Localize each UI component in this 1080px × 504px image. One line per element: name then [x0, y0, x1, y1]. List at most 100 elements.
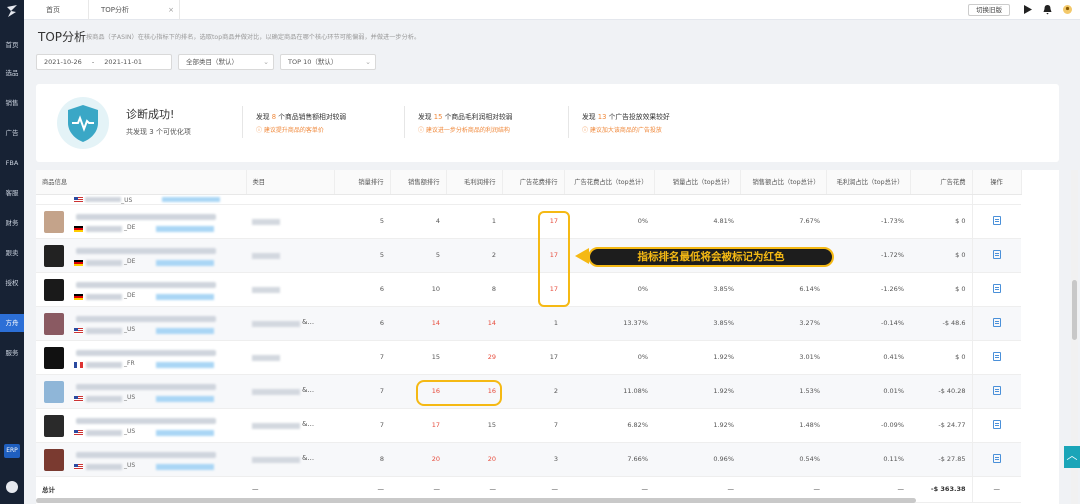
cell-ad-spend: $ 0 [910, 272, 972, 307]
divider [568, 106, 569, 138]
sidebar-item[interactable]: FBA [0, 154, 24, 172]
back-to-top-button[interactable]: ︿ [1064, 446, 1080, 468]
top-n-select[interactable]: TOP 10（默认） ⌄ [280, 54, 376, 70]
play-icon[interactable] [1022, 4, 1033, 15]
cell-rev-share: 0.54% [740, 442, 826, 477]
cell-profit-share: 0.01% [826, 374, 910, 409]
product-info-cell[interactable]: _FR [36, 340, 246, 375]
cell-ad-spend: -$ 40.28 [910, 374, 972, 409]
product-thumbnail[interactable] [44, 346, 64, 369]
total-ad-spend: -$ 363.38 [910, 476, 972, 503]
detail-icon[interactable] [992, 453, 1001, 463]
marketplace-code: _US [124, 393, 136, 401]
product-thumbnail[interactable] [44, 380, 64, 403]
asin-link-blurred[interactable] [156, 361, 214, 368]
asin-link-blurred[interactable] [156, 327, 214, 334]
bell-icon[interactable] [1042, 4, 1053, 15]
cell-ad: 1 [502, 306, 564, 341]
finding-prefix: 发现 [256, 113, 270, 121]
cell-profit: 15 [446, 408, 502, 443]
category-select[interactable]: 全部类目（默认） ⌄ [178, 54, 274, 70]
detail-icon[interactable] [992, 215, 1001, 225]
sidebar-item[interactable]: 销售 [0, 94, 24, 112]
asin-link-blurred[interactable] [156, 429, 214, 436]
close-icon[interactable]: × [168, 0, 174, 20]
sidebar-item[interactable]: 方舟 [0, 314, 24, 332]
cell-sales: 8 [334, 442, 390, 477]
cell-profit: 2 [446, 238, 502, 273]
cell-profit-share: -1.72% [826, 238, 910, 273]
detail-icon[interactable] [992, 351, 1001, 361]
switch-old-version-button[interactable]: 切换旧版 [968, 4, 1010, 16]
finding-sales: 发现 8 个商品销售额相对较弱 [256, 111, 346, 121]
flag-fr-icon [74, 361, 83, 368]
action-cell [971, 408, 1021, 443]
cell-sales-share: 1.92% [654, 340, 740, 375]
cell-rev-share: 3.27% [740, 306, 826, 341]
detail-icon[interactable] [992, 283, 1001, 293]
column-header[interactable]: 销售额排行 [390, 170, 447, 195]
product-info-cell[interactable]: _DE [36, 204, 246, 239]
product-info-cell[interactable]: _US [36, 374, 246, 409]
detail-icon[interactable] [992, 249, 1001, 259]
column-header[interactable]: 销量排行 [334, 170, 391, 195]
cell-revenue: 10 [390, 272, 446, 307]
scroll-thumb[interactable] [1072, 280, 1077, 340]
product-thumbnail[interactable] [44, 312, 64, 335]
cell-revenue: 5 [390, 238, 446, 273]
product-info-cell[interactable]: _DE [36, 272, 246, 307]
cell-rev-share: 6.14% [740, 272, 826, 307]
detail-icon[interactable] [992, 419, 1001, 429]
cell-revenue: 17 [390, 408, 446, 443]
top-bar: 首页 TOP分析 × 切换旧版 [24, 0, 1080, 20]
category-blurred [252, 422, 300, 429]
app-logo-icon[interactable] [5, 4, 19, 18]
asin-link-blurred[interactable] [156, 293, 214, 300]
user-icon[interactable] [1062, 4, 1073, 15]
product-thumbnail[interactable] [44, 278, 64, 301]
date-range-picker[interactable]: 2021-10-26 - 2021-11-01 [36, 54, 172, 70]
product-thumbnail[interactable] [44, 448, 64, 471]
date-end: 2021-11-01 [104, 58, 143, 66]
tab-label: TOP分析 [101, 6, 130, 14]
tip-ads[interactable]: ⓘ 建议加大该商品的广告投放 [582, 125, 662, 134]
chevron-down-icon: ⌄ [263, 58, 269, 66]
sidebar-item[interactable]: 客服 [0, 184, 24, 202]
product-info-cell[interactable]: _US [36, 442, 246, 477]
sidebar-item[interactable]: 首页 [0, 36, 24, 54]
asin-link-blurred[interactable] [156, 463, 214, 470]
detail-icon[interactable] [992, 385, 1001, 395]
cell-sales: 6 [334, 306, 390, 341]
product-thumbnail[interactable] [44, 414, 64, 437]
product-info-cell[interactable]: _US [36, 306, 246, 341]
column-header[interactable]: 广告花费排行 [502, 170, 565, 195]
product-info-cell[interactable]: _US [36, 408, 246, 443]
sidebar-item[interactable]: 选品 [0, 64, 24, 82]
column-header[interactable]: 毛利润排行 [446, 170, 503, 195]
sidebar-item[interactable]: 财务 [0, 214, 24, 232]
settings-icon[interactable] [6, 481, 18, 493]
cell-ad: 3 [502, 442, 564, 477]
tip-profit[interactable]: ⓘ 建议进一步分析商品的利润结构 [418, 125, 510, 134]
product-thumbnail[interactable] [44, 210, 64, 233]
tab-top-analysis[interactable]: TOP分析 × [88, 0, 180, 20]
erp-badge[interactable]: ERP [4, 444, 20, 458]
category-cell: &... [246, 306, 334, 341]
asin-link-blurred[interactable] [156, 225, 214, 232]
sidebar-item[interactable]: 授权 [0, 274, 24, 292]
cell-rev-share: 3.01% [740, 340, 826, 375]
asin-link-blurred[interactable] [156, 395, 214, 402]
table-row-partial: _US [36, 194, 1021, 205]
tip-sales[interactable]: ⓘ 建议提升商品的客单价 [256, 125, 324, 134]
cell-ad-share: 13.37% [564, 306, 654, 341]
sidebar-item[interactable]: 服务 [0, 344, 24, 362]
horizontal-scrollbar[interactable] [36, 498, 916, 503]
sidebar-item[interactable]: 跟卖 [0, 244, 24, 262]
tab-home[interactable]: 首页 [46, 0, 60, 20]
detail-icon[interactable] [992, 317, 1001, 327]
sidebar-item[interactable]: 广告 [0, 124, 24, 142]
asin-link-blurred[interactable] [156, 259, 214, 266]
category-blurred [252, 354, 280, 361]
product-thumbnail[interactable] [44, 244, 64, 267]
product-info-cell[interactable]: _DE [36, 238, 246, 273]
